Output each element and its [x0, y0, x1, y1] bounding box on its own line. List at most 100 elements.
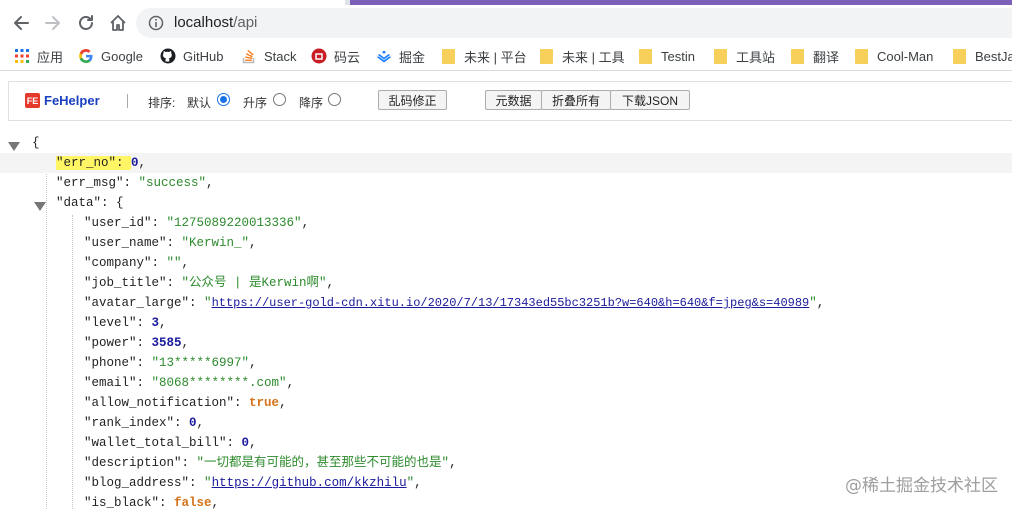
- reload-button[interactable]: [73, 10, 99, 36]
- bookmark-label: Stack: [264, 48, 297, 64]
- reload-icon: [79, 15, 93, 30]
- json-row-rank-index[interactable]: "rank_index": 0,: [84, 413, 204, 433]
- forward-button[interactable]: [40, 10, 66, 36]
- bookmark-folder-testin[interactable]: Testin: [639, 47, 695, 65]
- json-row-data[interactable]: "data": {: [56, 193, 124, 213]
- json-url-link[interactable]: https://github.com/kkzhilu: [212, 476, 407, 490]
- json-key: "avatar_large": [84, 296, 190, 310]
- bookmark-juejin[interactable]: 掘金: [376, 47, 425, 65]
- bookmark-label: 掘金: [399, 49, 426, 65]
- json-row-user-id[interactable]: "user_id": "1275089220013336",: [84, 213, 309, 233]
- json-value: "一切都是有可能的，甚至那些不可能的也是": [196, 456, 450, 470]
- json-row-wallet-total-bill[interactable]: "wallet_total_bill": 0,: [84, 433, 257, 453]
- fix-encoding-button[interactable]: 乱码修正: [378, 90, 447, 110]
- bookmark-apps[interactable]: 应用: [14, 47, 63, 65]
- bookmarks-bar: 应用 Google GitHub Stack 码云 掘金 未来 | 平台 未来 …: [0, 41, 1012, 71]
- indent-guide: [46, 155, 47, 509]
- json-value: 0: [131, 156, 139, 170]
- back-button[interactable]: [8, 10, 34, 36]
- watermark: @稀土掘金技术社区: [845, 476, 998, 496]
- indent-guide: [72, 215, 73, 509]
- gitee-icon: [311, 48, 327, 64]
- json-key: "user_name": [84, 236, 167, 250]
- bookmark-maoyun[interactable]: 码云: [311, 47, 360, 65]
- bookmark-folder-bestjava[interactable]: BestJav: [953, 47, 1012, 65]
- json-value: {: [116, 196, 124, 210]
- folder-icon: [639, 48, 652, 64]
- url-text[interactable]: localhost/api: [174, 14, 257, 31]
- json-key: "email": [84, 376, 137, 390]
- folder-icon: [540, 48, 553, 64]
- sort-desc-radio[interactable]: [328, 93, 341, 106]
- sort-default-radio[interactable]: [217, 93, 230, 106]
- json-row-err-no[interactable]: "err_no": 0,: [0, 153, 1012, 173]
- json-value: "13*****6997": [151, 356, 250, 370]
- bookmark-label: GitHub: [183, 48, 224, 64]
- json-key: "wallet_total_bill": [84, 436, 227, 450]
- json-viewer: { "err_no": 0, "err_msg": "success", "da…: [0, 133, 1012, 510]
- bookmark-google[interactable]: Google: [78, 47, 143, 65]
- json-key: "user_id": [84, 216, 152, 230]
- bookmark-label: 应用: [37, 49, 64, 65]
- back-arrow-icon: [14, 16, 29, 30]
- json-value: 0: [189, 416, 197, 430]
- json-key: "phone": [84, 356, 137, 370]
- json-row-company[interactable]: "company": "",: [84, 253, 189, 273]
- bookmark-folder-future-platform[interactable]: 未来 | 平台: [442, 47, 527, 65]
- download-json-button[interactable]: 下载JSON: [610, 90, 690, 110]
- collapse-all-button[interactable]: 折叠所有: [541, 90, 611, 110]
- home-button[interactable]: [105, 10, 131, 36]
- address-bar[interactable]: localhost/api: [136, 8, 1012, 38]
- json-row-job-title[interactable]: "job_title": "公众号 | 是Kerwin啊",: [84, 273, 334, 293]
- json-row-email[interactable]: "email": "8068********.com",: [84, 373, 294, 393]
- folder-icon: [953, 48, 966, 64]
- json-row-blog-address[interactable]: "blog_address": "https://github.com/kkzh…: [84, 473, 422, 493]
- json-row-allow-notification[interactable]: "allow_notification": true,: [84, 393, 287, 413]
- github-icon: [160, 48, 176, 64]
- bookmark-label: Cool-Man: [877, 48, 934, 64]
- sort-asc-radio[interactable]: [273, 93, 286, 106]
- json-key: "allow_notification": [84, 396, 235, 410]
- json-value: 0: [241, 436, 250, 450]
- json-value: 3: [151, 316, 160, 330]
- json-value: false: [174, 496, 212, 510]
- json-value: "Kerwin_": [181, 236, 250, 250]
- json-row-description[interactable]: "description": "一切都是有可能的，甚至那些不可能的也是",: [84, 453, 457, 473]
- juejin-icon: [377, 50, 391, 63]
- divider: [127, 94, 128, 108]
- json-row-level[interactable]: "level": 3,: [84, 313, 167, 333]
- json-value: "1275089220013336": [166, 216, 302, 230]
- bookmark-folder-future-tools[interactable]: 未来 | 工具: [540, 47, 625, 65]
- raw-data-button[interactable]: 元数据: [485, 90, 542, 110]
- bookmark-stack[interactable]: Stack: [241, 47, 297, 65]
- json-key: "err_no": [56, 156, 117, 170]
- collapse-root-toggle[interactable]: [8, 142, 20, 151]
- json-key: "power": [84, 336, 137, 350]
- url-path: /api: [233, 14, 258, 31]
- json-key: "is_black": [84, 496, 160, 510]
- bookmark-folder-translate[interactable]: 翻译: [791, 47, 839, 65]
- url-host: localhost: [174, 14, 234, 31]
- bookmark-folder-coolman[interactable]: Cool-Man: [855, 47, 933, 65]
- folder-icon: [855, 48, 868, 64]
- bookmark-label: Google: [101, 48, 143, 64]
- json-value: 3585: [151, 336, 182, 350]
- bookmark-label: 翻译: [813, 49, 840, 65]
- sort-label: 排序:: [148, 96, 176, 110]
- json-row-phone[interactable]: "phone": "13*****6997",: [84, 353, 257, 373]
- google-g-icon: [79, 49, 93, 63]
- json-row-avatar-large[interactable]: "avatar_large": "https://user-gold-cdn.x…: [84, 293, 824, 313]
- collapse-data-toggle[interactable]: [34, 202, 46, 211]
- json-row-is-black[interactable]: "is_black": false,: [84, 493, 219, 513]
- forward-arrow-icon: [45, 16, 60, 30]
- json-key: "level": [84, 316, 137, 330]
- json-url-link[interactable]: https://user-gold-cdn.xitu.io/2020/7/13/…: [212, 296, 810, 310]
- json-row-user-name[interactable]: "user_name": "Kerwin_",: [84, 233, 257, 253]
- fehelper-logo[interactable]: FE FeHelper: [25, 93, 100, 108]
- bookmark-label: 未来 | 工具: [562, 49, 625, 65]
- bookmark-folder-tools[interactable]: 工具站: [714, 47, 775, 65]
- json-row-err-msg[interactable]: "err_msg": "success",: [56, 173, 214, 193]
- bookmark-github[interactable]: GitHub: [160, 47, 223, 65]
- info-icon[interactable]: [148, 15, 164, 31]
- json-row-power[interactable]: "power": 3585,: [84, 333, 189, 353]
